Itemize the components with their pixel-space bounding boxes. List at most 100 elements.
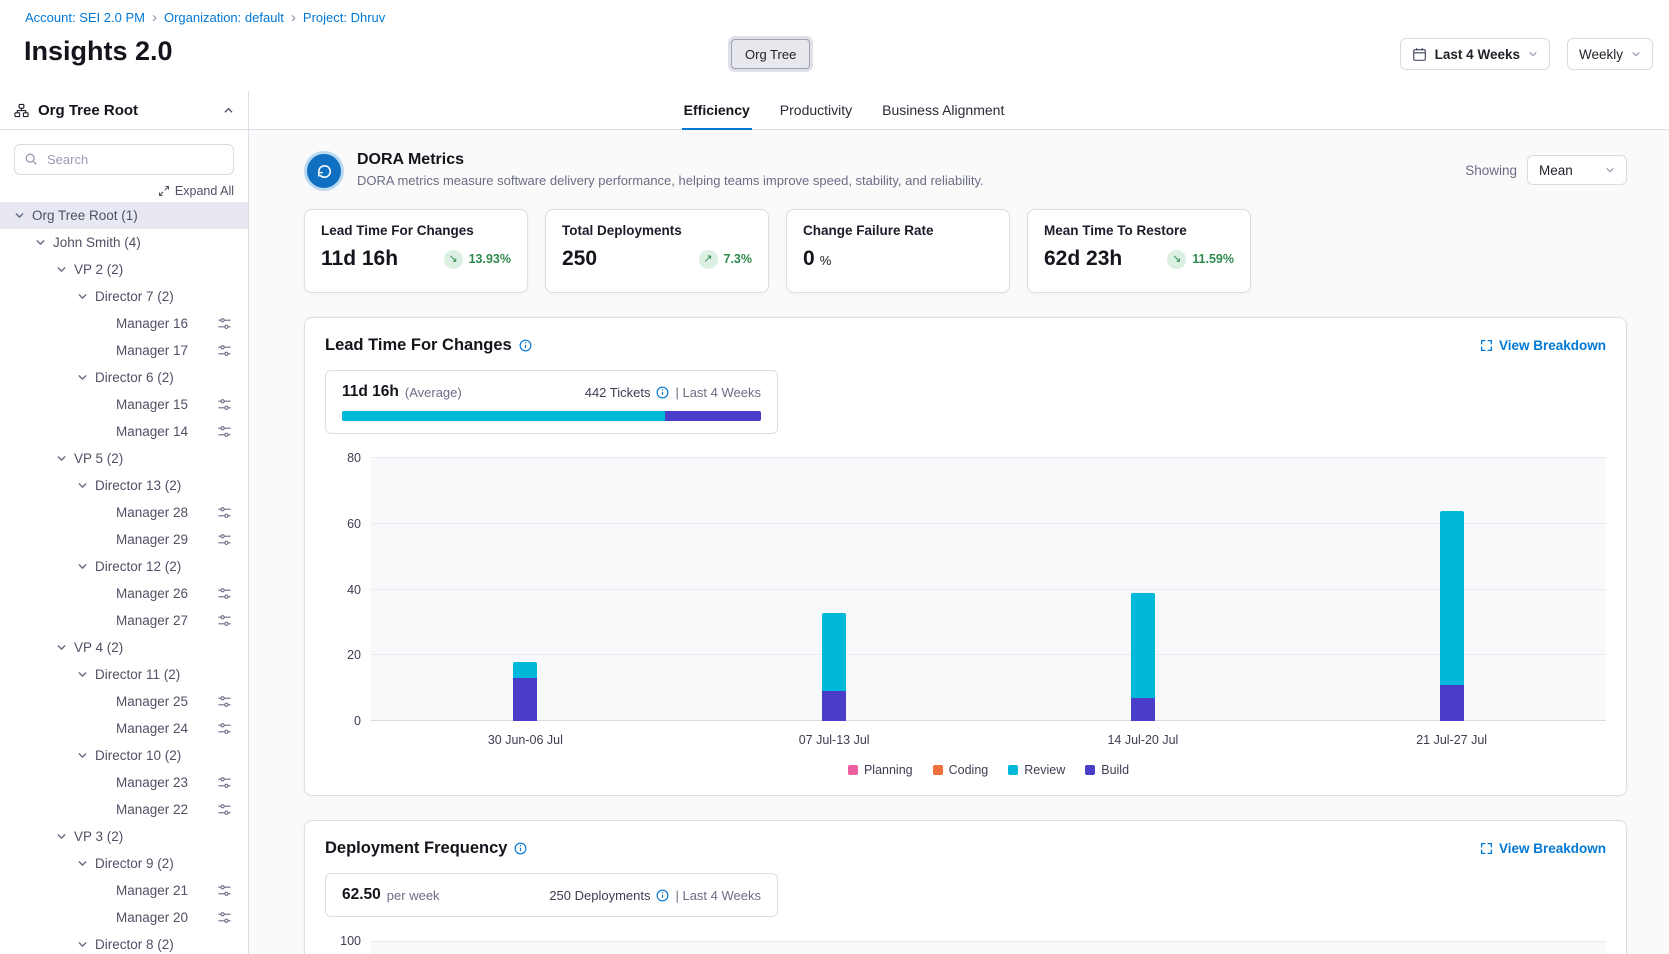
info-icon[interactable] bbox=[656, 386, 669, 399]
deployment-view-breakdown-link[interactable]: View Breakdown bbox=[1480, 841, 1606, 856]
metric-card-lead-time-for-changes: Lead Time For Changes11d 16h↘13.93% bbox=[304, 209, 528, 293]
filters-icon[interactable] bbox=[217, 343, 232, 358]
breadcrumb-link-account-sei-2-0-pm[interactable]: Account: SEI 2.0 PM bbox=[25, 10, 145, 25]
search-input[interactable] bbox=[14, 144, 234, 175]
chevron-down-icon[interactable] bbox=[35, 237, 53, 248]
filters-icon[interactable] bbox=[217, 775, 232, 790]
legend-item-review[interactable]: Review bbox=[1008, 763, 1065, 777]
tree-item-manager-26[interactable]: Manager 26 bbox=[0, 580, 248, 607]
filters-icon[interactable] bbox=[217, 316, 232, 331]
tree-item-director-7-2[interactable]: Director 7 (2) bbox=[0, 283, 248, 310]
legend-item-build[interactable]: Build bbox=[1085, 763, 1129, 777]
chevron-down-icon[interactable] bbox=[56, 831, 74, 842]
tree-item-director-13-2[interactable]: Director 13 (2) bbox=[0, 472, 248, 499]
breadcrumb-link-project-dhruv[interactable]: Project: Dhruv bbox=[303, 10, 385, 25]
lead-time-view-breakdown-link[interactable]: View Breakdown bbox=[1480, 338, 1606, 353]
tree-item-vp-3-2[interactable]: VP 3 (2) bbox=[0, 823, 248, 850]
bar-segment-review[interactable] bbox=[822, 613, 846, 692]
chevron-down-icon[interactable] bbox=[77, 372, 95, 383]
chevron-down-icon[interactable] bbox=[56, 642, 74, 653]
filters-icon[interactable] bbox=[217, 613, 232, 628]
tree-item-label: Manager 27 bbox=[116, 613, 188, 628]
tree-item-manager-24[interactable]: Manager 24 bbox=[0, 715, 248, 742]
chevron-down-icon[interactable] bbox=[56, 453, 74, 464]
tab-productivity[interactable]: Productivity bbox=[778, 91, 854, 129]
chevron-down-icon[interactable] bbox=[77, 291, 95, 302]
bar-30-jun-06-jul[interactable] bbox=[513, 662, 537, 721]
deployment-count: 250 Deployments bbox=[549, 888, 650, 903]
tree-item-director-11-2[interactable]: Director 11 (2) bbox=[0, 661, 248, 688]
tree-item-director-10-2[interactable]: Director 10 (2) bbox=[0, 742, 248, 769]
bar-segment-build[interactable] bbox=[1131, 698, 1155, 721]
tree-item-manager-22[interactable]: Manager 22 bbox=[0, 796, 248, 823]
filters-icon[interactable] bbox=[217, 586, 232, 601]
tree-item-manager-29[interactable]: Manager 29 bbox=[0, 526, 248, 553]
chevron-down-icon[interactable] bbox=[77, 750, 95, 761]
bar-segment-build[interactable] bbox=[1440, 685, 1464, 721]
chevron-down-icon[interactable] bbox=[56, 264, 74, 275]
filters-icon[interactable] bbox=[217, 721, 232, 736]
bar-segment-review[interactable] bbox=[1440, 511, 1464, 685]
date-range-select[interactable]: Last 4 Weeks bbox=[1400, 38, 1550, 70]
tree-item-vp-4-2[interactable]: VP 4 (2) bbox=[0, 634, 248, 661]
trend-up-arrow-icon: ↗ bbox=[699, 250, 718, 269]
chevron-down-icon[interactable] bbox=[77, 858, 95, 869]
filters-icon[interactable] bbox=[217, 397, 232, 412]
filters-icon[interactable] bbox=[217, 802, 232, 817]
tree-item-manager-25[interactable]: Manager 25 bbox=[0, 688, 248, 715]
info-icon[interactable] bbox=[514, 842, 527, 855]
chevron-down-icon[interactable] bbox=[77, 480, 95, 491]
breadcrumb-link-organization-default[interactable]: Organization: default bbox=[164, 10, 284, 25]
filters-icon[interactable] bbox=[217, 910, 232, 925]
tab-group: Efficiency Productivity Business Alignment bbox=[682, 91, 1007, 129]
tree-item-john-smith-4[interactable]: John Smith (4) bbox=[0, 229, 248, 256]
tab-efficiency[interactable]: Efficiency bbox=[682, 91, 752, 129]
bar-07-jul-13-jul[interactable] bbox=[822, 613, 846, 721]
tree-item-vp-5-2[interactable]: VP 5 (2) bbox=[0, 445, 248, 472]
filters-icon[interactable] bbox=[217, 883, 232, 898]
expand-all-button[interactable]: Expand All bbox=[14, 184, 234, 198]
granularity-select[interactable]: Weekly bbox=[1567, 38, 1653, 70]
filters-icon[interactable] bbox=[217, 532, 232, 547]
tree-item-org-tree-root-1[interactable]: Org Tree Root (1) bbox=[0, 202, 248, 229]
tree-item-manager-23[interactable]: Manager 23 bbox=[0, 769, 248, 796]
tree-item-manager-28[interactable]: Manager 28 bbox=[0, 499, 248, 526]
tree-item-label: Manager 20 bbox=[116, 910, 188, 925]
y-axis-label: 60 bbox=[325, 517, 361, 531]
bar-segment-review[interactable] bbox=[513, 662, 537, 678]
org-tree-button[interactable]: Org Tree bbox=[731, 39, 810, 69]
bar-21-jul-27-jul[interactable] bbox=[1440, 511, 1464, 721]
tree-item-manager-27[interactable]: Manager 27 bbox=[0, 607, 248, 634]
bar-segment-review[interactable] bbox=[1131, 593, 1155, 698]
tree-item-director-8-2[interactable]: Director 8 (2) bbox=[0, 931, 248, 954]
tab-business-alignment[interactable]: Business Alignment bbox=[880, 91, 1006, 129]
bar-segment-build[interactable] bbox=[822, 691, 846, 721]
tree-item-vp-2-2[interactable]: VP 2 (2) bbox=[0, 256, 248, 283]
chevron-down-icon[interactable] bbox=[77, 669, 95, 680]
bar-14-jul-20-jul[interactable] bbox=[1131, 593, 1155, 721]
info-icon[interactable] bbox=[656, 889, 669, 902]
chevron-down-icon[interactable] bbox=[77, 561, 95, 572]
tree-item-manager-15[interactable]: Manager 15 bbox=[0, 391, 248, 418]
chevron-down-icon[interactable] bbox=[14, 210, 32, 221]
filters-icon[interactable] bbox=[217, 694, 232, 709]
x-axis-label: 07 Jul-13 Jul bbox=[680, 733, 989, 747]
info-icon[interactable] bbox=[519, 339, 532, 352]
tree-item-director-6-2[interactable]: Director 6 (2) bbox=[0, 364, 248, 391]
filters-icon[interactable] bbox=[217, 505, 232, 520]
tree-item-manager-14[interactable]: Manager 14 bbox=[0, 418, 248, 445]
tree-item-manager-21[interactable]: Manager 21 bbox=[0, 877, 248, 904]
tree-item-manager-16[interactable]: Manager 16 bbox=[0, 310, 248, 337]
tree-item-manager-20[interactable]: Manager 20 bbox=[0, 904, 248, 931]
legend-item-coding[interactable]: Coding bbox=[933, 763, 989, 777]
filters-icon[interactable] bbox=[217, 424, 232, 439]
tree-item-manager-17[interactable]: Manager 17 bbox=[0, 337, 248, 364]
tree-item-label: Manager 21 bbox=[116, 883, 188, 898]
chevron-down-icon[interactable] bbox=[77, 939, 95, 950]
collapse-sidebar-button[interactable] bbox=[223, 105, 234, 116]
tree-item-director-9-2[interactable]: Director 9 (2) bbox=[0, 850, 248, 877]
showing-select[interactable]: Mean bbox=[1527, 155, 1627, 185]
bar-segment-build[interactable] bbox=[513, 678, 537, 721]
legend-item-planning[interactable]: Planning bbox=[848, 763, 913, 777]
tree-item-director-12-2[interactable]: Director 12 (2) bbox=[0, 553, 248, 580]
